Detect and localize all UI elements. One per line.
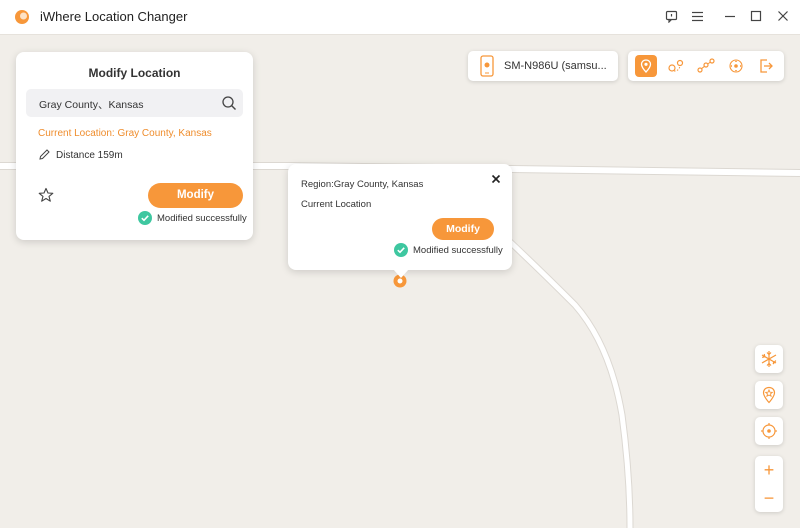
locate-icon[interactable] — [755, 417, 783, 445]
pencil-icon — [39, 149, 50, 160]
zoom-in-button[interactable]: + — [755, 456, 783, 484]
feedback-icon[interactable] — [663, 8, 679, 24]
popup-success-message: Modified successfully — [394, 243, 503, 257]
star-icon[interactable] — [38, 187, 54, 203]
location-popup: Region:Gray County, Kansas Current Locat… — [288, 164, 512, 278]
close-icon[interactable] — [775, 8, 791, 24]
distance-text: Distance 159m — [56, 150, 123, 161]
success-text: Modified successfully — [157, 212, 247, 224]
search-icon[interactable] — [221, 95, 237, 111]
app-title: iWhere Location Changer — [40, 9, 188, 24]
freeze-icon[interactable] — [755, 345, 783, 373]
popup-modify-button[interactable]: Modify — [432, 218, 494, 240]
popup-pointer — [393, 269, 409, 278]
app-logo-icon — [15, 10, 29, 24]
check-circle-icon — [138, 211, 152, 225]
mode-toolbar — [628, 51, 784, 81]
menu-icon[interactable] — [689, 8, 705, 24]
phone-icon — [480, 55, 494, 77]
check-circle-icon — [394, 243, 408, 257]
exit-icon[interactable] — [755, 55, 777, 77]
maximize-icon[interactable] — [748, 8, 764, 24]
panel-title: Modify Location — [88, 66, 181, 80]
search-value: Gray County、Kansas — [39, 99, 144, 111]
device-selector[interactable]: SM-N986U (samsu... — [468, 51, 618, 81]
current-location-text: Current Location: Gray County, Kansas — [38, 128, 212, 139]
modify-location-panel: Modify Location Gray County、Kansas Curre… — [16, 52, 253, 240]
modify-button[interactable]: Modify — [148, 183, 243, 208]
popup-success-text: Modified successfully — [413, 244, 503, 256]
popup-current-location: Current Location — [301, 199, 372, 210]
favorites-icon[interactable] — [755, 381, 783, 409]
multi-spot-mode-icon[interactable] — [695, 55, 717, 77]
zoom-out-button[interactable]: − — [755, 484, 783, 512]
title-bar: iWhere Location Changer — [0, 0, 800, 35]
search-input[interactable]: Gray County、Kansas — [26, 89, 243, 117]
teleport-mode-icon[interactable] — [635, 55, 657, 77]
zoom-in-label: + — [763, 460, 775, 480]
minimize-icon[interactable] — [722, 8, 738, 24]
two-spot-mode-icon[interactable] — [665, 55, 687, 77]
joystick-mode-icon[interactable] — [725, 55, 747, 77]
popup-close-icon[interactable] — [490, 173, 502, 185]
success-message: Modified successfully — [138, 211, 247, 225]
popup-region: Region:Gray County, Kansas — [301, 179, 424, 190]
zoom-out-label: − — [763, 488, 775, 508]
zoom-control: + − — [755, 456, 783, 512]
device-name: SM-N986U (samsu... — [504, 60, 607, 72]
